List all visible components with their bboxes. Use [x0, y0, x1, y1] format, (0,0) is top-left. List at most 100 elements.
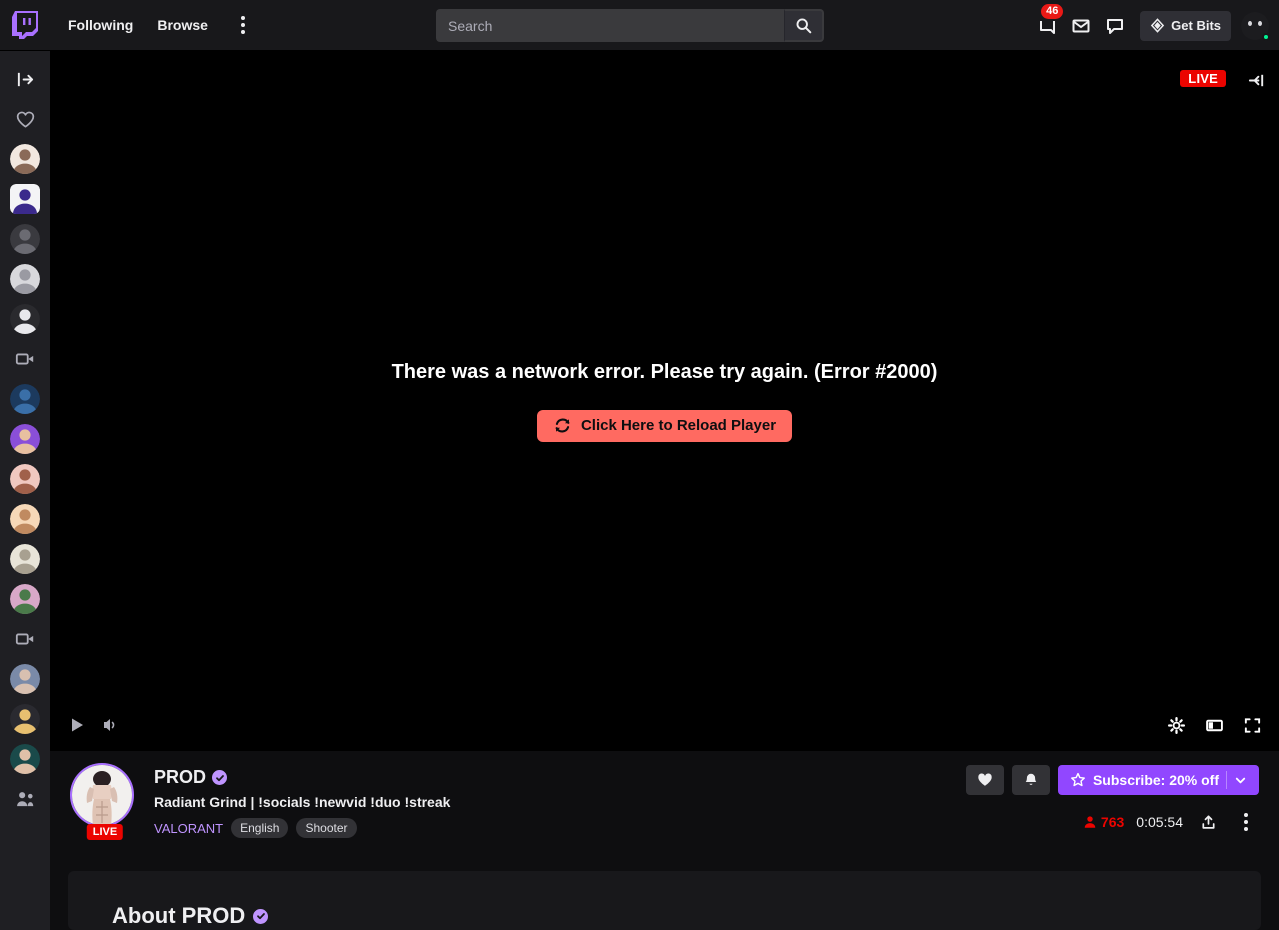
top-navigation-bar: Following Browse 46	[0, 0, 1279, 51]
get-bits-button[interactable]: Get Bits	[1140, 10, 1231, 41]
followed-channels-heart-icon[interactable]	[0, 99, 50, 139]
sidebar-channel-4[interactable]	[0, 259, 50, 299]
left-sidebar	[0, 51, 50, 930]
sidebar-channel-12[interactable]	[0, 659, 50, 699]
stream-uptime: 0:05:54	[1136, 814, 1183, 830]
whispers-icon[interactable]	[1100, 11, 1130, 41]
channel-avatar	[10, 464, 40, 494]
about-panel-title: About PROD	[112, 903, 1217, 929]
subscribe-label: Subscribe: 20% off	[1092, 772, 1219, 788]
channel-avatar	[10, 264, 40, 294]
nav-following-link[interactable]: Following	[58, 12, 143, 38]
channel-avatar	[10, 584, 40, 614]
sidebar-channel-8[interactable]	[0, 459, 50, 499]
chevron-down-icon[interactable]	[1234, 774, 1247, 787]
tag-genre[interactable]: Shooter	[296, 818, 357, 838]
sidebar-channel-14[interactable]	[0, 739, 50, 779]
about-panel: About PROD	[68, 871, 1261, 930]
channel-avatar	[10, 304, 40, 334]
sidebar-channel-5[interactable]	[0, 299, 50, 339]
video-camera-icon	[15, 629, 35, 649]
channel-avatar	[10, 504, 40, 534]
bell-icon	[1023, 772, 1039, 788]
search-input[interactable]	[436, 9, 784, 42]
sidebar-channel-9[interactable]	[0, 499, 50, 539]
channel-avatar	[10, 744, 40, 774]
sidebar-channel-13[interactable]	[0, 699, 50, 739]
twitch-logo-icon[interactable]	[10, 10, 40, 40]
sidebar-channel-10[interactable]	[0, 539, 50, 579]
user-avatar[interactable]	[1241, 11, 1270, 41]
player-controls-right	[1161, 710, 1267, 740]
twitch-channel-page: Following Browse 46	[0, 0, 1279, 930]
nav-browse-link[interactable]: Browse	[147, 12, 218, 38]
channel-avatar	[10, 144, 40, 174]
nav-right-group: 46 Get Bits	[1032, 0, 1270, 51]
channel-avatar[interactable]	[70, 763, 134, 827]
viewer-count: 763	[1083, 814, 1124, 830]
sidebar-channel-6[interactable]	[0, 379, 50, 419]
sidebar-channel-3[interactable]	[0, 219, 50, 259]
bits-diamond-icon	[1150, 18, 1165, 33]
sidebar-channel-7[interactable]	[0, 419, 50, 459]
channel-metadata: PROD Radiant Grind | !socials !newvid !d…	[154, 763, 450, 838]
gear-icon[interactable]	[1161, 710, 1191, 740]
channel-avatar	[10, 664, 40, 694]
channel-stats: 763 0:05:54	[1083, 809, 1259, 835]
search-icon[interactable]	[784, 9, 824, 42]
share-icon[interactable]	[1195, 809, 1221, 835]
friends-icon[interactable]	[0, 779, 50, 819]
sidebar-channel-11[interactable]	[0, 579, 50, 619]
reload-player-button[interactable]: Click Here to Reload Player	[536, 409, 793, 442]
category-link[interactable]: VALORANT	[154, 821, 223, 836]
channel-action-buttons: Subscribe: 20% off	[965, 765, 1259, 795]
channel-live-badge: LIVE	[86, 824, 124, 840]
player-error-message: There was a network error. Please try ag…	[391, 360, 938, 383]
channel-avatar	[10, 544, 40, 574]
video-camera-icon	[15, 349, 35, 369]
subscribe-divider	[1226, 771, 1227, 789]
about-panel-title-text: About PROD	[112, 903, 246, 928]
channel-avatar	[10, 424, 40, 454]
player-controls	[50, 699, 1279, 751]
notifications-icon[interactable]: 46	[1032, 3, 1064, 41]
star-icon	[1070, 772, 1086, 788]
heart-icon	[977, 772, 993, 788]
stream-title: Radiant Grind | !socials !newvid !duo !s…	[154, 794, 451, 810]
nav-left-group: Following Browse	[0, 0, 258, 50]
verified-icon	[212, 770, 228, 785]
channel-avatar-wrapper[interactable]: LIVE	[70, 763, 140, 840]
inbox-icon[interactable]	[1066, 11, 1096, 41]
get-bits-label: Get Bits	[1171, 18, 1221, 33]
more-vertical-icon[interactable]	[1233, 809, 1259, 835]
channel-avatar	[10, 384, 40, 414]
online-status-indicator	[1262, 32, 1270, 41]
channel-avatar	[10, 184, 40, 214]
play-icon[interactable]	[62, 710, 92, 740]
subscribe-button[interactable]: Subscribe: 20% off	[1057, 765, 1259, 795]
tag-language[interactable]: English	[231, 818, 289, 838]
follow-button[interactable]	[965, 765, 1004, 795]
channel-avatar	[10, 704, 40, 734]
fullscreen-icon[interactable]	[1237, 710, 1267, 740]
channel-info-bar: LIVE PROD Radiant Grind | !socials !newv…	[50, 751, 1279, 863]
video-player[interactable]: LIVE There was a network error. Please t…	[50, 51, 1279, 751]
expand-sidebar-icon[interactable]	[0, 59, 50, 99]
notify-button[interactable]	[1011, 765, 1050, 795]
sidebar-channel-list	[0, 139, 50, 779]
player-controls-left	[50, 710, 126, 740]
search-bar	[436, 9, 824, 42]
viewer-count-icon	[1083, 815, 1097, 829]
more-vertical-icon[interactable]	[228, 10, 258, 40]
sidebar-video-1[interactable]	[0, 339, 50, 379]
sidebar-channel-2[interactable]	[0, 179, 50, 219]
refresh-icon	[553, 416, 572, 435]
viewer-count-value: 763	[1100, 814, 1125, 830]
sidebar-video-2[interactable]	[0, 619, 50, 659]
sidebar-channel-1[interactable]	[0, 139, 50, 179]
notifications-badge: 46	[1041, 3, 1064, 19]
channel-name[interactable]: PROD	[154, 767, 206, 788]
volume-icon[interactable]	[96, 710, 126, 740]
verified-icon	[253, 908, 269, 924]
theater-mode-icon[interactable]	[1199, 710, 1229, 740]
